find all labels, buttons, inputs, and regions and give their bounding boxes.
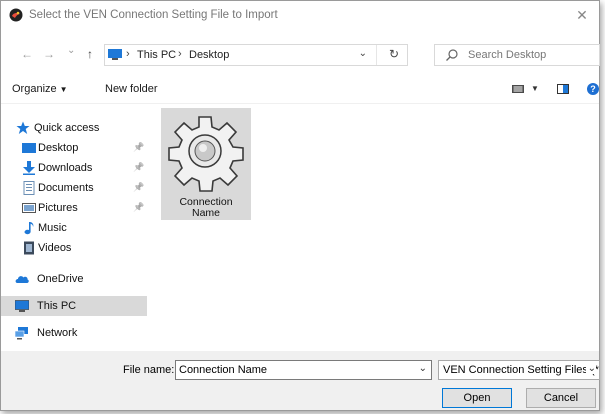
back-button[interactable]: ← bbox=[21, 47, 33, 61]
forward-button[interactable]: → bbox=[43, 47, 55, 61]
file-name-label: File name: bbox=[123, 364, 175, 376]
pin-icon: 📌 bbox=[133, 142, 145, 152]
file-name-combobox[interactable]: Connection Name ⌄ bbox=[175, 360, 432, 380]
star-icon bbox=[16, 121, 30, 134]
organize-label: Organize bbox=[12, 83, 57, 95]
pictures-icon bbox=[22, 203, 36, 213]
organize-button[interactable]: Organize ▼ bbox=[12, 83, 68, 95]
nav-item-downloads[interactable]: Downloads 📌 bbox=[1, 158, 147, 178]
title-bar: Select the VEN Connection Setting File t… bbox=[1, 1, 599, 31]
nav-item-this-pc[interactable]: This PC bbox=[1, 296, 147, 316]
file-name: Connection Name bbox=[161, 197, 251, 219]
desktop-icon bbox=[22, 143, 36, 153]
nav-label: Quick access bbox=[34, 122, 100, 134]
pin-icon: 📌 bbox=[133, 202, 145, 212]
breadcrumb-separator: › bbox=[178, 48, 182, 60]
preview-pane-icon[interactable] bbox=[557, 84, 569, 94]
nav-item-desktop[interactable]: Desktop 📌 bbox=[1, 138, 147, 158]
nav-label: Videos bbox=[38, 242, 72, 254]
nav-label: Network bbox=[37, 327, 78, 339]
nav-item-music[interactable]: Music bbox=[1, 218, 147, 238]
recent-locations-button[interactable]: ⌄ bbox=[67, 45, 75, 56]
address-dropdown-button[interactable]: ⌄ bbox=[359, 48, 367, 59]
nav-label: Downloads bbox=[38, 162, 93, 174]
window-title: Select the VEN Connection Setting File t… bbox=[29, 9, 278, 21]
breadcrumb-this-pc[interactable]: This PC bbox=[137, 49, 176, 61]
nav-label: Music bbox=[38, 222, 67, 234]
computer-icon bbox=[108, 49, 122, 60]
view-dropdown-button[interactable]: ▼ bbox=[531, 84, 539, 93]
new-folder-button[interactable]: New folder bbox=[105, 83, 158, 95]
nav-label: Pictures bbox=[38, 202, 78, 214]
breadcrumb-desktop[interactable]: Desktop bbox=[189, 49, 229, 61]
file-type-value: VEN Connection Setting Files (* bbox=[443, 364, 599, 376]
file-list: Connection Name bbox=[153, 103, 599, 349]
up-button[interactable]: ↑ bbox=[87, 47, 93, 61]
search-box[interactable]: Search Desktop bbox=[434, 44, 600, 66]
document-icon bbox=[23, 181, 35, 195]
file-item[interactable]: Connection Name bbox=[161, 108, 251, 220]
nav-label: Documents bbox=[38, 182, 94, 194]
nav-item-documents[interactable]: Documents 📌 bbox=[1, 178, 147, 198]
chevron-down-icon[interactable]: ⌄ bbox=[585, 363, 596, 374]
search-placeholder: Search Desktop bbox=[468, 49, 547, 61]
file-name-input[interactable]: Connection Name bbox=[179, 364, 267, 376]
file-open-dialog: Select the VEN Connection Setting File t… bbox=[0, 0, 600, 411]
chevron-down-icon: ▼ bbox=[59, 85, 68, 94]
gear-icon bbox=[168, 116, 244, 192]
nav-label: OneDrive bbox=[37, 273, 84, 285]
music-note-icon bbox=[24, 222, 34, 235]
refresh-button[interactable]: ↻ bbox=[389, 47, 399, 61]
view-options-icon[interactable] bbox=[512, 85, 524, 93]
film-icon bbox=[24, 241, 34, 255]
nav-item-pictures[interactable]: Pictures 📌 bbox=[1, 198, 147, 218]
address-divider bbox=[376, 45, 377, 65]
file-type-select[interactable]: VEN Connection Setting Files (* ⌄ bbox=[438, 360, 600, 380]
cloud-icon bbox=[15, 276, 29, 283]
network-icon bbox=[15, 327, 28, 340]
help-button[interactable]: ? bbox=[587, 83, 599, 95]
nav-label: This PC bbox=[37, 300, 77, 312]
pin-icon: 📌 bbox=[133, 182, 145, 192]
cancel-button[interactable]: Cancel bbox=[526, 388, 596, 408]
nav-item-network[interactable]: Network bbox=[1, 323, 147, 343]
close-button[interactable]: ✕ bbox=[567, 4, 597, 26]
search-icon bbox=[446, 49, 458, 61]
file-name-line: Name bbox=[191, 207, 220, 219]
open-button[interactable]: Open bbox=[442, 388, 512, 408]
nav-item-onedrive[interactable]: OneDrive bbox=[1, 269, 147, 289]
download-arrow-icon bbox=[23, 161, 35, 175]
breadcrumb-separator: › bbox=[126, 48, 130, 60]
nav-label: Desktop bbox=[38, 142, 79, 154]
address-bar[interactable]: › This PC › Desktop ⌄ ↻ bbox=[104, 44, 408, 66]
pin-icon: 📌 bbox=[133, 162, 145, 172]
nav-item-videos[interactable]: Videos bbox=[1, 238, 147, 258]
navigation-pane: Quick access Desktop 📌 Downloads 📌 Docum… bbox=[1, 109, 153, 349]
navigation-bar: ← → ⌄ ↑ › This PC › Desktop ⌄ ↻ Search D… bbox=[1, 43, 600, 69]
nav-item-quick-access[interactable]: Quick access bbox=[1, 118, 147, 138]
computer-icon bbox=[15, 300, 29, 312]
chevron-down-icon[interactable]: ⌄ bbox=[419, 363, 427, 374]
app-icon bbox=[9, 8, 23, 22]
command-bar: Organize ▼ New folder ▼ ? bbox=[1, 75, 599, 104]
dialog-footer: File name: Connection Name ⌄ VEN Connect… bbox=[1, 351, 600, 410]
